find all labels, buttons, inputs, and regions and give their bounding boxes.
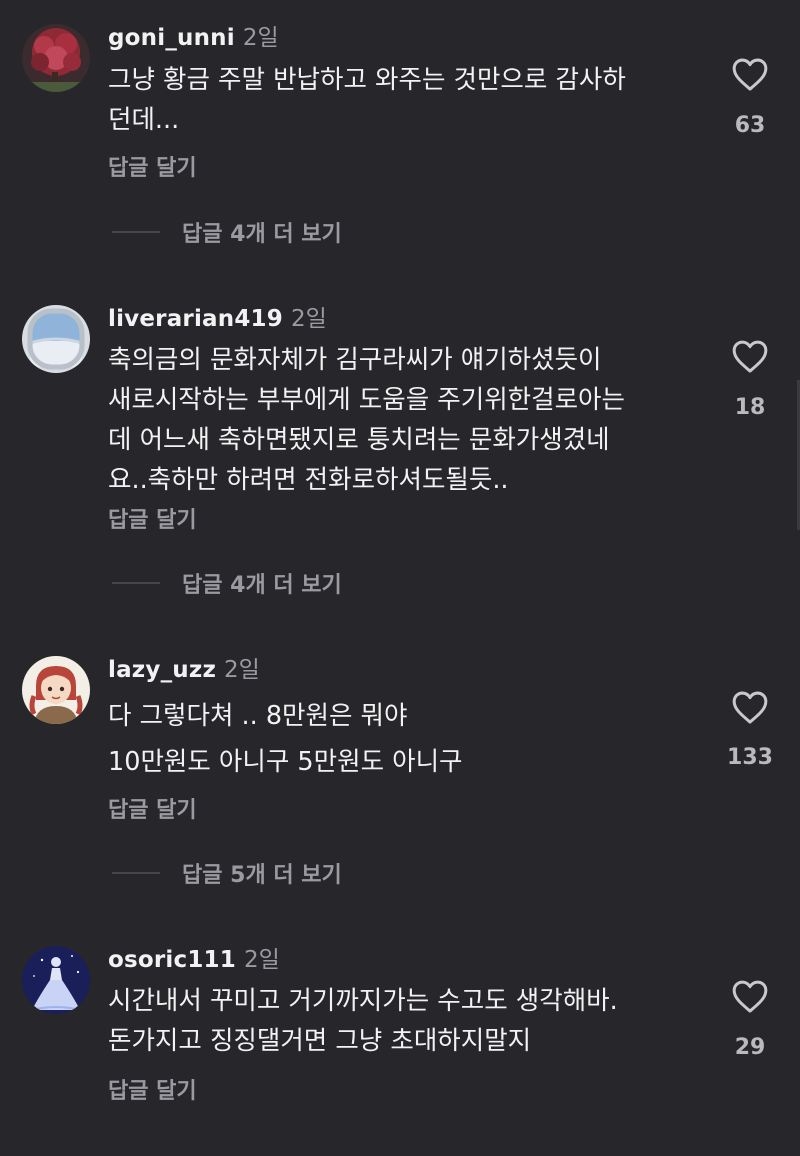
reply-button[interactable]: 답글 달기	[108, 150, 197, 182]
like-count: 29	[734, 1035, 766, 1060]
reply-button[interactable]: 답글 달기	[108, 1073, 197, 1105]
view-replies-label: 답글 4개 더 보기	[182, 573, 342, 598]
anime-girl-avatar-icon	[22, 656, 90, 724]
like-heart-icon[interactable]	[731, 689, 769, 725]
airplane-window-avatar-icon	[22, 305, 90, 373]
comment-text-line: 축의금의 문화자체가 김구라씨가 얘기하셨듯이	[108, 345, 602, 375]
avatar[interactable]	[22, 305, 90, 373]
username[interactable]: osoric111	[108, 947, 236, 973]
timestamp: 2일	[290, 306, 327, 332]
comment-text-line: 던데...	[108, 105, 180, 135]
comment-header: osoric111 2일	[108, 945, 280, 975]
like-heart-icon[interactable]	[731, 56, 769, 92]
username[interactable]: goni_unni	[108, 25, 235, 51]
avatar[interactable]	[22, 24, 90, 92]
comment-text-line: 돈가지고 징징댈거면 그냥 초대하지말지	[108, 1026, 532, 1056]
comment-text: 축의금의 문화자체가 김구라씨가 얘기하셨듯이 새로시작하는 부부에게 도움을 …	[108, 340, 698, 500]
timestamp: 2일	[242, 25, 279, 51]
comment-text-line: 다 그렇다쳐 .. 8만원은 뭐야	[108, 701, 408, 731]
like-heart-icon[interactable]	[731, 338, 769, 374]
avatar[interactable]	[22, 946, 90, 1014]
divider-line	[112, 582, 160, 584]
comment-text-line: 10만원도 아니구 5만원도 아니구	[108, 747, 463, 777]
comment-header: goni_unni 2일	[108, 23, 279, 53]
comment-text-line: 요..축하만 하려면 전화로하셔도될듯..	[108, 465, 509, 495]
comment-text: 그냥 황금 주말 반납하고 와주는 것만으로 감사하 던데...	[108, 60, 698, 140]
reply-button[interactable]: 답글 달기	[108, 792, 197, 824]
reply-button[interactable]: 답글 달기	[108, 502, 197, 534]
comment-header: liverarian419 2일	[108, 304, 327, 334]
username[interactable]: lazy_uzz	[108, 657, 216, 683]
view-replies-button[interactable]: 답글 4개 더 보기	[112, 568, 342, 598]
avatar[interactable]	[22, 656, 90, 724]
comment-text-line: 시간내서 꾸미고 거기까지가는 수고도 생각해바.	[108, 986, 618, 1016]
like-count: 133	[727, 745, 773, 770]
view-replies-label: 답글 5개 더 보기	[182, 863, 342, 888]
divider-line	[112, 231, 160, 233]
like-count: 18	[734, 395, 766, 420]
comment-text-line: 그냥 황금 주말 반납하고 와주는 것만으로 감사하	[108, 65, 626, 95]
comment-header: lazy_uzz 2일	[108, 655, 260, 685]
red-flower-tree-avatar-icon	[22, 24, 90, 92]
view-replies-label: 답글 4개 더 보기	[182, 222, 342, 247]
timestamp: 2일	[243, 947, 280, 973]
view-replies-button[interactable]: 답글 4개 더 보기	[112, 217, 342, 247]
comment-text: 시간내서 꾸미고 거기까지가는 수고도 생각해바. 돈가지고 징징댈거면 그냥 …	[108, 981, 698, 1061]
timestamp: 2일	[224, 657, 260, 683]
comment-text-line: 새로시작하는 부부에게 도움을 주기위한걸로아는	[108, 385, 625, 415]
like-count: 63	[734, 113, 766, 138]
divider-line	[112, 872, 160, 874]
comment-text: 다 그렇다쳐 .. 8만원은 뭐야 10만원도 아니구 5만원도 아니구	[108, 693, 698, 785]
like-heart-icon[interactable]	[731, 978, 769, 1014]
princess-silhouette-avatar-icon	[22, 946, 90, 1014]
username[interactable]: liverarian419	[108, 306, 283, 332]
view-replies-button[interactable]: 답글 5개 더 보기	[112, 858, 342, 888]
comment-text-line: 데 어느새 축하면됐지로 퉁치려는 문화가생겼네	[108, 425, 610, 455]
